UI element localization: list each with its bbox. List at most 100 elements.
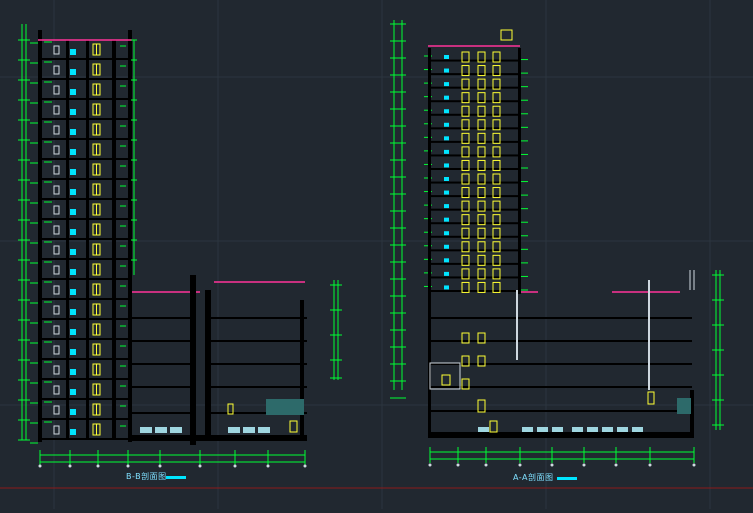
door-marker <box>70 349 76 355</box>
floor-slab <box>40 378 132 380</box>
floor-slab <box>430 154 520 157</box>
door-marker <box>70 389 76 395</box>
axis-bubble <box>96 464 100 468</box>
door-marker <box>70 289 76 295</box>
floor-slab <box>40 198 132 200</box>
door-marker <box>444 68 449 73</box>
floor-slab <box>40 318 132 320</box>
parked-car <box>522 427 533 432</box>
mechanical-room <box>677 398 691 414</box>
floor-slab <box>40 258 132 260</box>
podium-slab <box>430 410 692 412</box>
axis-bubble <box>614 463 618 467</box>
room-window <box>441 374 451 386</box>
podium-window <box>489 420 498 433</box>
floor-slab <box>40 338 132 340</box>
door-marker <box>70 309 76 315</box>
axis-bubble <box>550 463 554 467</box>
room-opening <box>53 405 60 415</box>
floor-slab <box>430 249 520 252</box>
tower-wall-left <box>38 30 42 442</box>
floor-slab <box>430 100 520 103</box>
floor-slab <box>40 438 132 440</box>
parked-car <box>632 427 643 432</box>
room-opening <box>53 65 60 75</box>
axis-bubble <box>428 463 432 467</box>
door-marker <box>444 231 449 236</box>
axis-bubble <box>126 464 130 468</box>
floor-slab <box>430 86 520 89</box>
floor-slab <box>430 195 520 198</box>
parked-car <box>228 427 240 433</box>
floor-slab <box>40 138 132 140</box>
section-b-b <box>18 24 342 468</box>
floor-slab <box>40 158 132 160</box>
parked-car <box>258 427 270 433</box>
floor-slab <box>40 418 132 420</box>
ground-slab <box>430 432 692 438</box>
floor-slab <box>40 218 132 220</box>
room-opening <box>53 345 60 355</box>
room-opening <box>53 165 60 175</box>
floor-slab <box>430 181 520 184</box>
room-opening <box>53 425 60 435</box>
door-marker <box>444 149 449 154</box>
door-marker <box>70 129 76 135</box>
room-opening <box>53 185 60 195</box>
room-opening <box>53 285 60 295</box>
floor-slab <box>430 222 520 225</box>
podium-slab-left <box>132 386 192 388</box>
floor-slab <box>430 140 520 143</box>
cad-drawing-canvas[interactable]: B-B剖面图 A-A剖面图 <box>0 0 753 509</box>
floor-slab <box>40 398 132 400</box>
axis-bubble <box>38 464 42 468</box>
tower-wall-right <box>128 30 132 442</box>
door-marker <box>70 369 76 375</box>
door-marker <box>444 204 449 209</box>
section-a-a <box>390 20 724 467</box>
door-marker <box>70 429 76 435</box>
floor-slab <box>40 298 132 300</box>
door-marker <box>444 82 449 87</box>
room-opening <box>53 205 60 215</box>
podium-end-wall <box>300 300 304 440</box>
floor-slab <box>40 58 132 60</box>
door-marker <box>444 258 449 263</box>
axis-bubble <box>303 464 307 468</box>
door-marker <box>444 122 449 127</box>
axis-bubble <box>518 463 522 467</box>
column-gray <box>516 290 518 360</box>
floor-slab <box>40 98 132 100</box>
door-marker <box>444 190 449 195</box>
podium-slab-right <box>211 386 307 388</box>
door-marker <box>70 409 76 415</box>
podium-slab-right <box>211 317 307 319</box>
parked-car <box>140 427 152 433</box>
room-opening <box>53 125 60 135</box>
room-opening <box>53 85 60 95</box>
door-marker <box>444 244 449 249</box>
axis-bubble <box>456 463 460 467</box>
ground-slab <box>132 435 307 441</box>
axis-bubble <box>266 464 270 468</box>
section-title-a-a: A-A剖面图 <box>513 473 554 482</box>
parked-car <box>572 427 583 432</box>
axis-bubble <box>648 463 652 467</box>
door-marker <box>444 163 449 168</box>
door-marker <box>70 169 76 175</box>
room-opening <box>53 325 60 335</box>
floor-slab <box>430 276 520 279</box>
door-marker <box>70 109 76 115</box>
parked-car <box>617 427 628 432</box>
parked-car <box>170 427 182 433</box>
door-marker <box>70 269 76 275</box>
room-opening <box>53 145 60 155</box>
door-marker <box>70 229 76 235</box>
door-marker <box>70 69 76 75</box>
axis-bubble <box>158 464 162 468</box>
floor-slab <box>40 78 132 80</box>
door-marker <box>70 249 76 255</box>
section-title-underline-b-b <box>166 476 186 479</box>
parked-car <box>552 427 563 432</box>
door-marker <box>444 55 449 59</box>
